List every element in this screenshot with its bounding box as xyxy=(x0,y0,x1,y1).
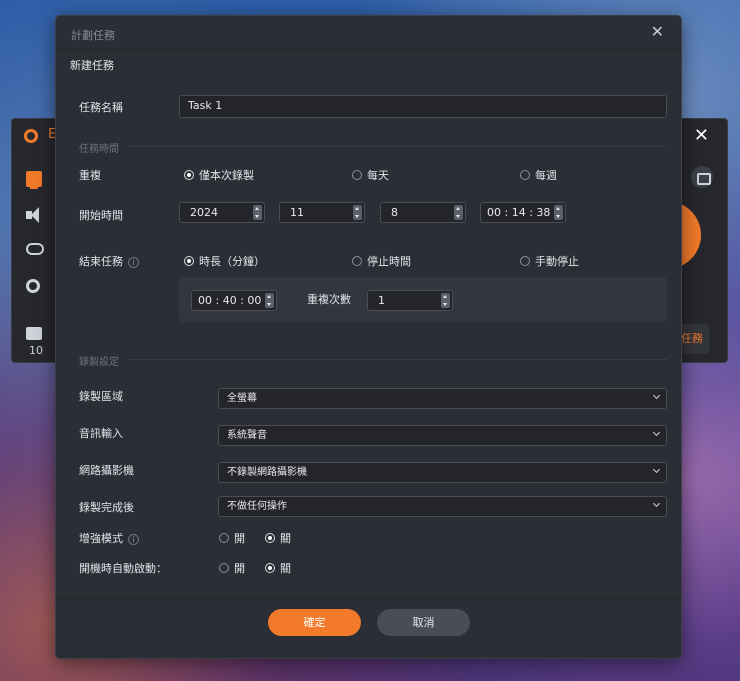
confirm-button[interactable]: 確定 xyxy=(268,609,361,636)
info-icon[interactable]: i xyxy=(128,534,139,545)
app-logo-icon xyxy=(24,129,38,143)
after-record-select[interactable]: 不做任何操作 xyxy=(218,496,667,517)
end-option-stop-time[interactable]: 停止時間 xyxy=(352,253,411,269)
end-task-label: 結束任務 i xyxy=(79,253,139,269)
start-day-stepper[interactable]: 8 xyxy=(380,202,466,223)
webcam-label: 網路攝影機 xyxy=(79,464,134,477)
stepper-arrows-icon[interactable] xyxy=(454,205,463,220)
radio-icon xyxy=(352,170,362,180)
repeat-count-value: 1 xyxy=(378,294,385,307)
chevron-down-icon xyxy=(652,391,661,400)
chevron-down-icon xyxy=(652,499,661,508)
task-name-label: 任務名稱 xyxy=(79,101,123,114)
auto-start-on-label: 開 xyxy=(234,562,245,575)
cancel-button[interactable]: 取消 xyxy=(377,609,470,636)
auto-start-label: 開機時自動啟動： xyxy=(79,562,167,575)
enhanced-mode-on-label: 開 xyxy=(234,532,245,545)
after-record-value: 不做任何操作 xyxy=(227,501,287,512)
audio-input-label: 音訊輸入 xyxy=(79,427,123,440)
end-option-manual-label: 手動停止 xyxy=(535,255,579,268)
dialog-title: 計劃任務 xyxy=(71,29,115,42)
radio-selected-icon xyxy=(265,563,275,573)
repeat-option-weekly[interactable]: 每週 xyxy=(520,167,557,183)
start-month-value: 11 xyxy=(290,206,304,219)
stepper-arrows-icon[interactable] xyxy=(265,293,274,308)
end-option-duration[interactable]: 時長（分鐘） xyxy=(184,253,265,269)
game-icon[interactable] xyxy=(26,243,44,255)
stepper-arrows-icon[interactable] xyxy=(253,205,262,220)
duration-stepper[interactable]: 00 : 40 : 00 xyxy=(191,290,277,311)
start-day-value: 8 xyxy=(391,206,398,219)
screen-record-icon[interactable] xyxy=(26,171,42,189)
radio-icon xyxy=(520,256,530,266)
start-year-stepper[interactable]: 2024 xyxy=(179,202,265,223)
radio-selected-icon xyxy=(184,256,194,266)
end-option-duration-label: 時長（分鐘） xyxy=(199,255,265,268)
stepper-arrows-icon[interactable] xyxy=(353,205,362,220)
repeat-option-daily-label: 每天 xyxy=(367,169,389,182)
task-name-input[interactable]: Task 1 xyxy=(179,95,667,118)
start-time-stepper[interactable]: 00 : 14 : 38 xyxy=(480,202,566,223)
dialog-close-icon[interactable]: ✕ xyxy=(651,22,664,41)
duration-value: 00 : 40 : 00 xyxy=(198,294,262,307)
repeat-option-once[interactable]: 僅本次錄製 xyxy=(184,167,254,183)
enhanced-mode-off-label: 關 xyxy=(280,532,291,545)
radio-selected-icon xyxy=(184,170,194,180)
start-time-label: 開始時間 xyxy=(79,209,123,222)
info-icon[interactable]: i xyxy=(128,257,139,268)
enhanced-mode-on[interactable]: 開 xyxy=(219,530,245,546)
record-area-select[interactable]: 全螢幕 xyxy=(218,388,667,409)
enhanced-mode-label: 增強模式 i xyxy=(79,530,139,546)
title-divider xyxy=(56,49,681,50)
repeat-option-once-label: 僅本次錄製 xyxy=(199,169,254,182)
app-sidebar: 10 xyxy=(12,159,56,363)
task-time-section-title: 任務時間 xyxy=(79,144,119,155)
radio-icon xyxy=(219,533,229,543)
repeat-label: 重複 xyxy=(79,169,101,182)
webcam-value: 不錄製網路攝影機 xyxy=(227,467,307,478)
webcam-icon[interactable] xyxy=(26,279,40,293)
stepper-arrows-icon[interactable] xyxy=(441,293,450,308)
task-button-label: 任務 xyxy=(681,332,703,345)
repeat-count-stepper[interactable]: 1 xyxy=(367,290,453,311)
section-divider xyxy=(128,359,667,360)
start-time-value: 00 : 14 : 38 xyxy=(487,206,551,219)
record-area-value: 全螢幕 xyxy=(227,393,257,404)
enhanced-mode-off[interactable]: 關 xyxy=(265,530,291,546)
audio-icon[interactable] xyxy=(26,207,42,223)
record-settings-section-title: 錄製設定 xyxy=(79,357,119,368)
end-task-label-text: 結束任務 xyxy=(79,255,123,268)
repeat-option-daily[interactable]: 每天 xyxy=(352,167,389,183)
repeat-option-weekly-label: 每週 xyxy=(535,169,557,182)
radio-icon xyxy=(520,170,530,180)
dialog-subtitle: 新建任務 xyxy=(70,59,114,72)
start-month-stepper[interactable]: 11 xyxy=(279,202,365,223)
start-year-value: 2024 xyxy=(190,206,218,219)
radio-selected-icon xyxy=(265,533,275,543)
end-option-stop-time-label: 停止時間 xyxy=(367,255,411,268)
camera-icon[interactable] xyxy=(691,166,713,188)
auto-start-off[interactable]: 關 xyxy=(265,560,291,576)
stepper-arrows-icon[interactable] xyxy=(554,205,563,220)
chevron-down-icon xyxy=(652,465,661,474)
webcam-select[interactable]: 不錄製網路攝影機 xyxy=(218,462,667,483)
radio-icon xyxy=(219,563,229,573)
schedule-task-dialog: 計劃任務 ✕ 新建任務 任務名稱 Task 1 任務時間 重複 僅本次錄製 每天… xyxy=(55,15,682,659)
folder-count: 10 xyxy=(29,344,43,357)
footer-divider xyxy=(56,598,681,599)
auto-start-off-label: 關 xyxy=(280,562,291,575)
auto-start-on[interactable]: 開 xyxy=(219,560,245,576)
folder-icon[interactable] xyxy=(26,327,42,340)
after-record-label: 錄製完成後 xyxy=(79,501,134,514)
end-option-manual[interactable]: 手動停止 xyxy=(520,253,579,269)
section-divider xyxy=(128,146,667,147)
audio-input-select[interactable]: 系統聲音 xyxy=(218,425,667,446)
repeat-count-label: 重複次數 xyxy=(307,293,351,306)
enhanced-mode-label-text: 增強模式 xyxy=(79,532,123,545)
chevron-down-icon xyxy=(652,428,661,437)
radio-icon xyxy=(352,256,362,266)
audio-input-value: 系統聲音 xyxy=(227,430,267,441)
app-close-icon[interactable]: ✕ xyxy=(694,125,709,146)
record-area-label: 錄製區域 xyxy=(79,390,123,403)
